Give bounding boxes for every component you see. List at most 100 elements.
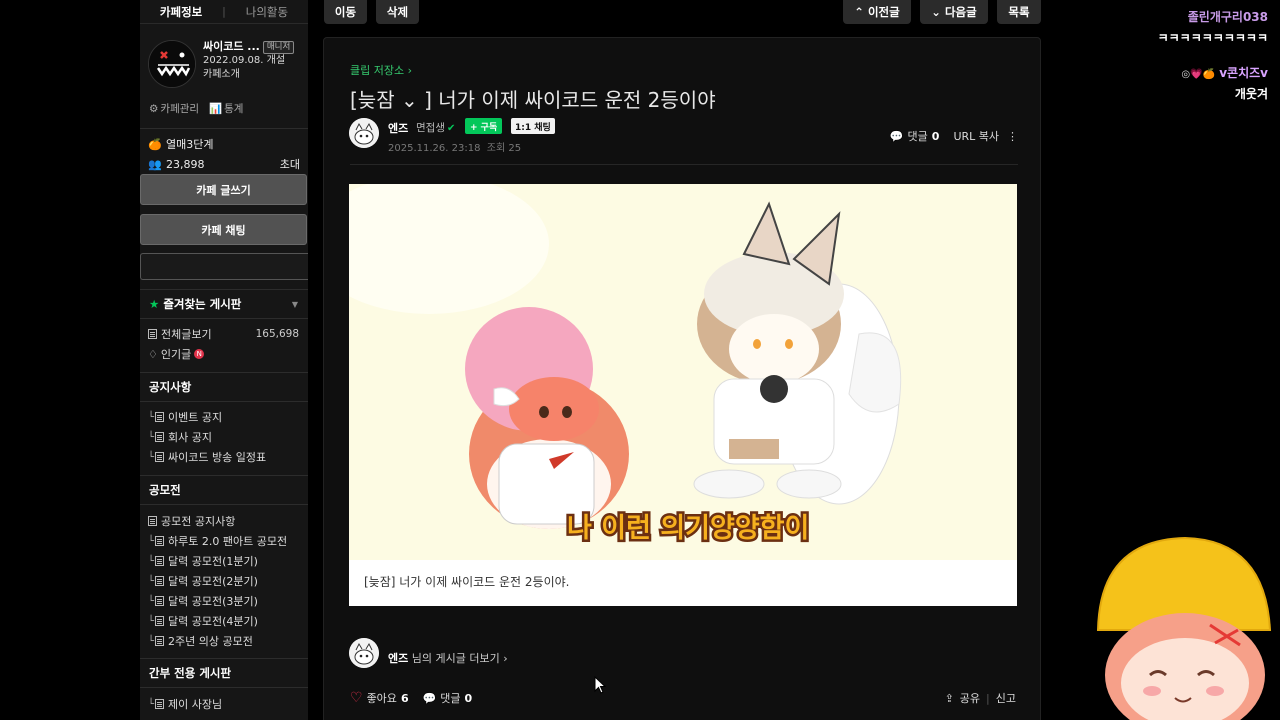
document-icon	[155, 636, 165, 646]
more-posts-link[interactable]: 엔즈 님의 게시글 더보기 ›	[388, 650, 508, 666]
one-on-one-chat-button[interactable]: 1:1 채팅	[511, 118, 555, 134]
document-icon	[148, 516, 157, 526]
favorites-list: 전체글보기 165,698 ♢ 인기글 N	[140, 324, 308, 364]
staff-list: └ 제이 사장님	[140, 694, 308, 714]
menu-popular[interactable]: ♢ 인기글 N	[148, 344, 308, 364]
board-name: 클립 저장소	[350, 64, 405, 77]
document-icon	[155, 536, 165, 546]
post-title: [늦잠 ⌄ ] 너가 이제 싸이코드 운전 2등이야	[350, 88, 716, 112]
contest-list: 공모전 공지사항 └ 하루토 2.0 팬아트 공모전 └ 달력 공모전(1분기) └…	[140, 511, 308, 651]
cafe-search: 검색	[140, 253, 308, 280]
menu-label: 달력 공모전(4분기)	[168, 615, 258, 628]
member-count[interactable]: 23,898	[166, 158, 205, 171]
cafe-stats-link[interactable]: 📊 통계	[209, 101, 243, 116]
share-report-bar: ⇪ 공유 | 신고	[945, 690, 1016, 706]
cafe-name[interactable]: 싸이코드 ...	[203, 40, 260, 54]
document-icon	[155, 412, 165, 422]
tree-branch-icon: └	[148, 595, 155, 607]
notice-list: └ 이벤트 공지 └ 회사 공지 └ 싸이코드 방송 일정표	[140, 407, 308, 467]
chat-username: 졸린개구리038	[1187, 10, 1268, 24]
menu-company-notice[interactable]: └ 회사 공지	[148, 427, 308, 447]
prev-post-button[interactable]: ⌃ 이전글	[843, 0, 911, 24]
menu-label: 달력 공모전(2분기)	[168, 575, 258, 588]
prev-post-label: 이전글	[867, 5, 900, 19]
favorites-header[interactable]: ★ 즐겨찾는 게시판 ▼	[140, 289, 308, 319]
like-label[interactable]: 좋아요	[367, 690, 397, 706]
menu-label: 회사 공지	[168, 431, 213, 444]
next-post-button[interactable]: ⌄ 다음글	[920, 0, 988, 24]
menu-anniversary-outfit[interactable]: └ 2주년 의상 공모전	[148, 631, 308, 651]
author-avatar[interactable]	[349, 118, 379, 148]
menu-broadcast-schedule[interactable]: └ 싸이코드 방송 일정표	[148, 447, 308, 467]
tree-branch-icon: └	[148, 698, 155, 710]
tree-branch-icon: └	[148, 431, 155, 443]
author-name[interactable]: 엔즈	[388, 120, 408, 136]
next-post-label: 다음글	[944, 5, 977, 19]
comment-count: 0	[931, 129, 940, 143]
delete-button[interactable]: 삭제	[376, 0, 419, 24]
menu-calendar-q4[interactable]: └ 달력 공모전(4분기)	[148, 611, 308, 631]
chevron-down-icon: ⌄	[931, 5, 941, 19]
menu-calendar-q1[interactable]: └ 달력 공모전(1분기)	[148, 551, 308, 571]
tab-my-activity[interactable]: 나의활동	[226, 4, 308, 20]
share-button[interactable]: 공유	[960, 690, 980, 706]
share-icon[interactable]: ⇪	[945, 692, 954, 705]
chevron-right-icon: ›	[503, 652, 508, 665]
gear-icon: ⚙	[149, 102, 159, 115]
cafe-logo[interactable]	[148, 40, 196, 88]
video-subtitle: 나 이런 의기양양함이	[564, 511, 811, 547]
author-avatar-small[interactable]	[349, 638, 379, 668]
menu-boss-j[interactable]: └ 제이 사장님	[148, 694, 308, 714]
invite-link[interactable]: 초대	[280, 156, 300, 172]
chat-message-2: ◎💗🍊 v콘치즈v 개웃겨	[1181, 64, 1268, 102]
menu-all-posts[interactable]: 전체글보기 165,698	[148, 324, 308, 344]
post-caption: [늦잠] 너가 이제 싸이코드 운전 2등이야.	[364, 575, 570, 589]
menu-label: 달력 공모전(1분기)	[168, 555, 258, 568]
menu-calendar-q3[interactable]: └ 달력 공모전(3분기)	[148, 591, 308, 611]
menu-haruto-fanart[interactable]: └ 하루토 2.0 팬아트 공모전	[148, 531, 308, 551]
menu-calendar-q2[interactable]: └ 달력 공모전(2분기)	[148, 571, 308, 591]
cafe-level[interactable]: 열매3단계	[166, 136, 213, 152]
cafe-tools: ⚙ 카페관리 📊 통계	[149, 101, 243, 116]
cafe-search-input[interactable]	[140, 253, 308, 280]
document-icon	[155, 556, 165, 566]
report-button[interactable]: 신고	[996, 690, 1016, 706]
list-button[interactable]: 목록	[997, 0, 1041, 24]
move-button[interactable]: 이동	[324, 0, 367, 24]
menu-all-posts-label: 전체글보기	[161, 328, 212, 341]
cafe-manage-link[interactable]: ⚙ 카페관리	[149, 101, 199, 116]
document-icon	[155, 432, 165, 442]
subscribe-button[interactable]: + 구독	[465, 118, 503, 134]
document-icon	[155, 596, 165, 606]
menu-label: 싸이코드 방송 일정표	[168, 451, 267, 464]
bar-chart-icon: 📊	[209, 103, 223, 115]
comment-bubble-icon[interactable]: 💬	[423, 692, 437, 705]
cafe-chat-button[interactable]: 카페 채팅	[140, 214, 307, 245]
board-link[interactable]: 클립 저장소 ›	[350, 62, 412, 78]
section-contest-title: 공모전	[140, 475, 308, 505]
write-post-button[interactable]: 카페 글쓰기	[140, 174, 307, 205]
url-copy-button[interactable]: URL 복사	[953, 128, 999, 144]
footer-comment-label[interactable]: 댓글	[440, 690, 460, 706]
more-options-icon[interactable]: ⋮	[1007, 130, 1018, 143]
cafe-stats: 🍊 열매3단계 👥 23,898 초대	[140, 128, 308, 174]
post-video-thumbnail[interactable]: 나 이런 의기양양함이	[349, 184, 1017, 560]
cafe-level-row: 🍊 열매3단계	[148, 134, 300, 154]
document-icon	[155, 452, 165, 462]
post-media: 나 이런 의기양양함이 [늦잠] 너가 이제 싸이코드 운전 2등이야.	[349, 184, 1017, 606]
menu-label: 이벤트 공지	[168, 411, 223, 424]
section-notice-title: 공지사항	[140, 372, 308, 402]
author-grade: 면접생 ✔	[416, 120, 455, 135]
cafe-sidebar: 카페정보 | 나의활동 싸이코드 ... 매니저 2022.09.08. 개설 …	[140, 0, 308, 720]
chevron-right-icon: ›	[407, 64, 413, 77]
heart-icon[interactable]: ♡	[350, 690, 363, 706]
article-panel: 클립 저장소 › [늦잠 ⌄ ] 너가 이제 싸이코드 운전 2등이야 엔즈 면…	[323, 37, 1041, 720]
caret-down-icon[interactable]: ▼	[292, 300, 298, 309]
menu-label: 하루토 2.0 팬아트 공모전	[168, 535, 288, 548]
menu-event-notice[interactable]: └ 이벤트 공지	[148, 407, 308, 427]
comment-link[interactable]: 💬 댓글 0	[890, 128, 940, 144]
menu-contest-notice[interactable]: 공모전 공지사항	[148, 511, 308, 531]
chat-text: 개웃겨	[1234, 87, 1268, 101]
cafe-intro-link[interactable]: 카페소개	[203, 68, 294, 82]
tab-cafe-info[interactable]: 카페정보	[140, 4, 222, 20]
